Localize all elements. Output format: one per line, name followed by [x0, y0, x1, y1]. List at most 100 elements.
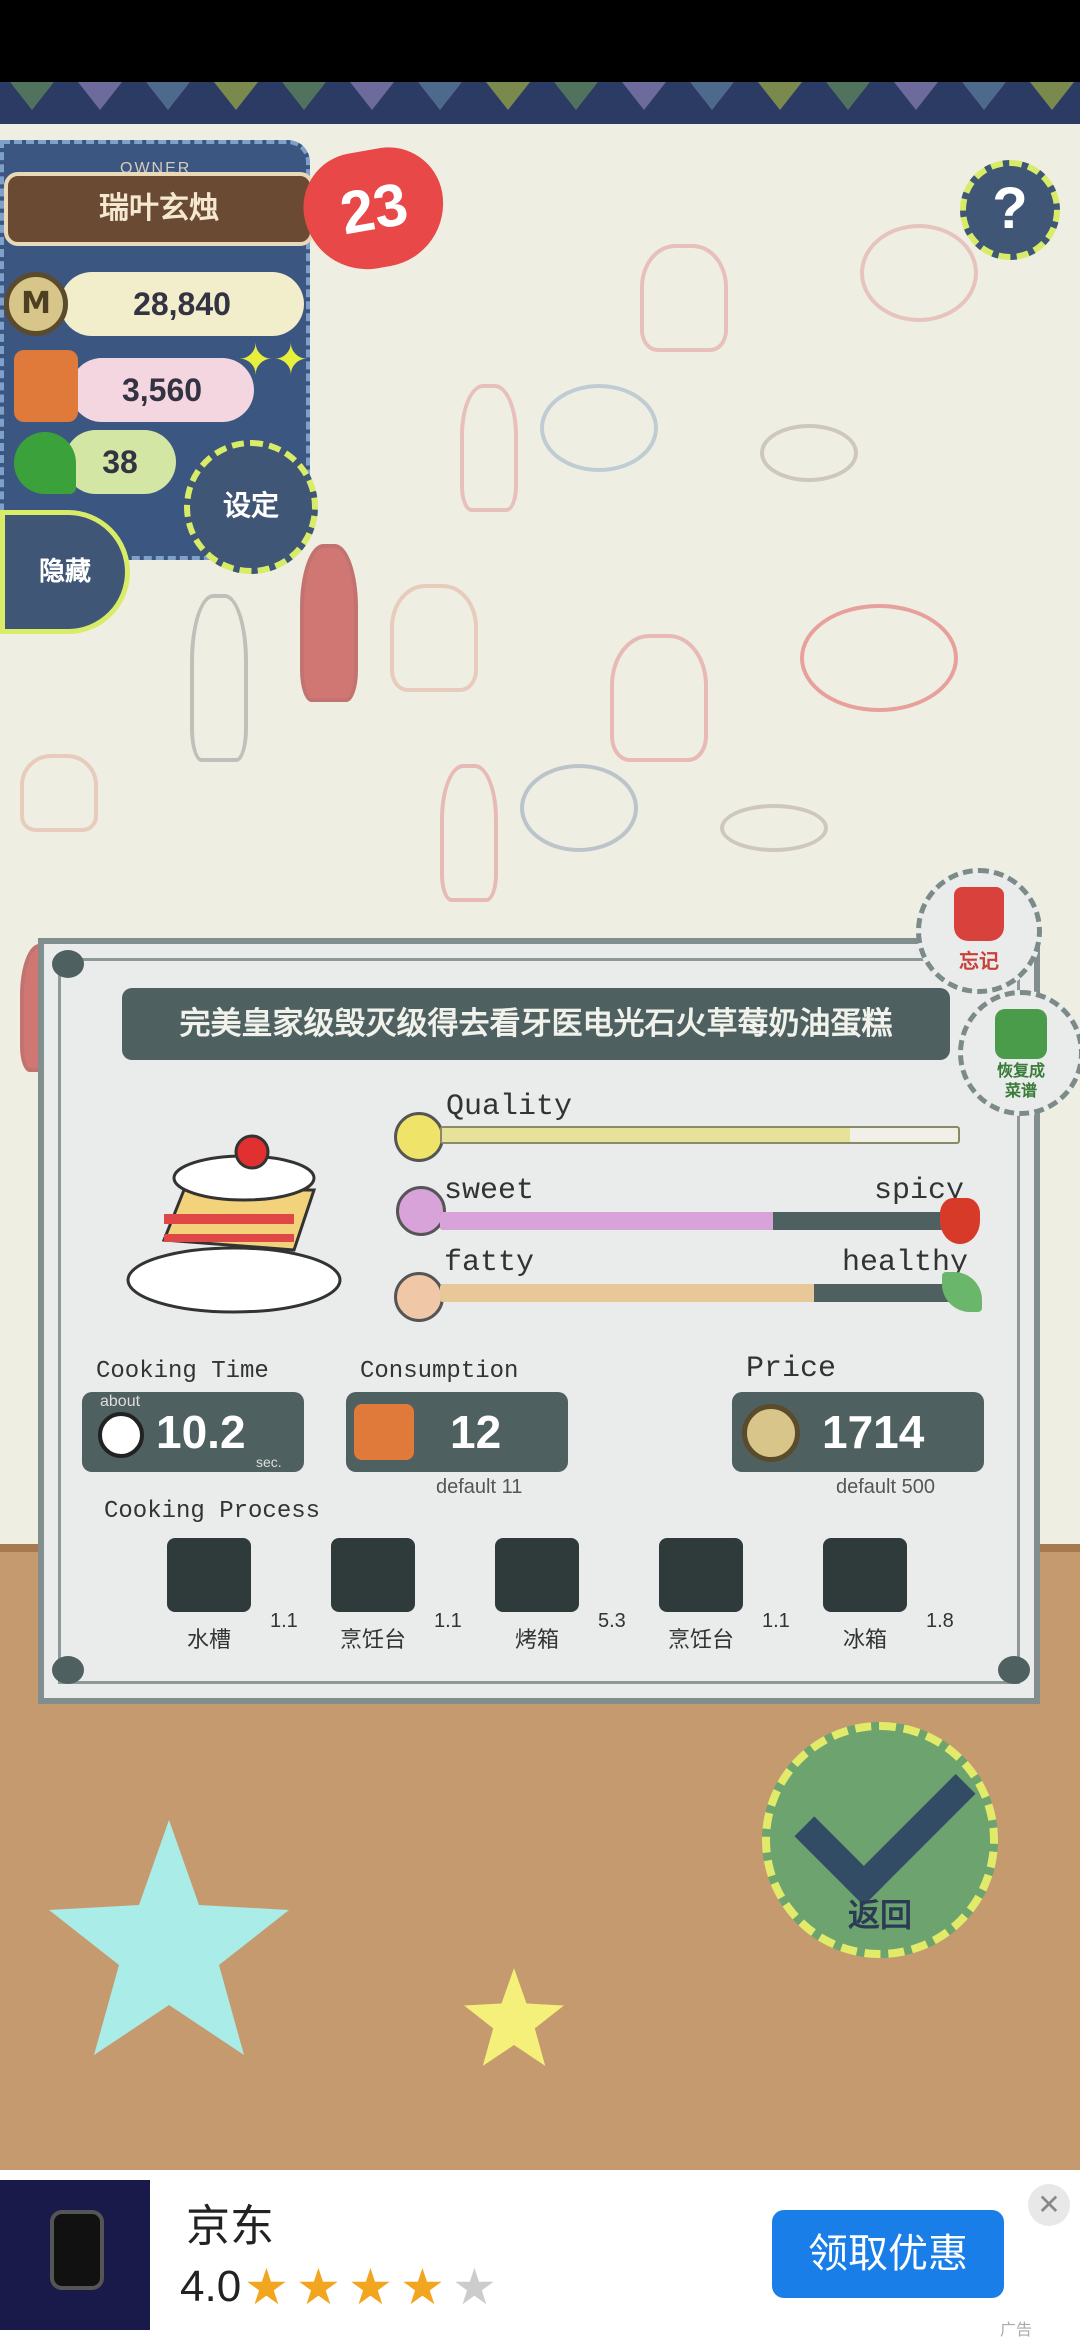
star-icon [49, 1820, 289, 2055]
help-button[interactable]: ? [960, 160, 1060, 260]
restore-label-line2: 菜谱 [1004, 1081, 1037, 1100]
cooking-step-label: 烹饪台 [667, 1628, 734, 1653]
price-label: Price [746, 1352, 837, 1386]
pennant-flag [690, 82, 734, 110]
knife-icon [659, 1538, 743, 1612]
cooking-step-time: 1.1 [434, 1610, 462, 1632]
clover-count: 38 [64, 430, 176, 494]
stopwatch-icon [98, 1412, 144, 1458]
pan-icon [540, 384, 658, 472]
pan-icon [800, 604, 958, 712]
cooking-process-label: Cooking Process [104, 1498, 321, 1525]
ad-title: 京东 [186, 2201, 274, 2252]
cooking-step: 烹饪台 [626, 1538, 776, 1654]
recipe-restore-icon [995, 1009, 1047, 1059]
food-basket-icon [14, 350, 78, 422]
consumption-default: default 11 [436, 1476, 523, 1498]
ad-tag: 广告 [1000, 2320, 1033, 2339]
coin-icon: M [4, 272, 68, 336]
quality-bar-fill [442, 1128, 850, 1142]
cooking-step-time: 1.1 [270, 1610, 298, 1632]
pennant-flag [486, 82, 530, 110]
chili-icon [940, 1198, 980, 1244]
about-label: about [100, 1393, 141, 1410]
oven-icon [495, 1538, 579, 1612]
cooking-step-label: 烤箱 [514, 1628, 559, 1653]
cooking-step-time: 5.3 [598, 1610, 626, 1632]
star-filled-icon: ★ [296, 2258, 341, 2316]
fatty-label: fatty [444, 1246, 535, 1280]
cooking-time-value: 10.2 [156, 1406, 246, 1458]
faucet-icon [167, 1538, 251, 1612]
pennant-flag [622, 82, 666, 110]
cooking-step: 烤箱 [462, 1538, 612, 1654]
whisk-icon [760, 424, 858, 482]
bottle-icon [190, 594, 248, 762]
pennant-flag [758, 82, 802, 110]
pitcher-icon [610, 634, 708, 762]
cooking-step-label: 水槽 [186, 1628, 231, 1653]
close-icon[interactable]: ✕ [1028, 2184, 1070, 2226]
sec-label: sec. [256, 1454, 282, 1470]
coin-count: 28,840 [60, 272, 304, 336]
cooking-step: 水槽 [134, 1538, 284, 1654]
settings-button[interactable]: 设定 [184, 440, 318, 574]
pennant-flag [826, 82, 870, 110]
star-empty-icon: ★ [452, 2258, 497, 2316]
cooking-step-label: 烹饪台 [339, 1628, 406, 1653]
restore-recipe-button[interactable]: 恢复成 菜谱 [958, 990, 1080, 1116]
pennant-flag [962, 82, 1006, 110]
pennant-flag [146, 82, 190, 110]
bottle-icon [460, 384, 518, 512]
bear-corner-icon [998, 1656, 1030, 1684]
restore-label-line1: 恢复成 [996, 1061, 1045, 1080]
pennant-banner [0, 82, 1080, 124]
consumption-value: 12 [450, 1406, 502, 1458]
pitcher-icon [640, 244, 728, 352]
pan-icon [860, 224, 978, 322]
pennant-flag [214, 82, 258, 110]
sweet-spicy-bar [440, 1212, 960, 1230]
owner-name: 瑞叶玄烛 [4, 172, 314, 246]
cooking-time-label: Cooking Time [96, 1358, 269, 1385]
cooking-step: 烹饪台 [298, 1538, 448, 1654]
whisk-icon [720, 804, 828, 852]
hide-button[interactable]: 隐藏 [0, 510, 130, 634]
pig-icon [394, 1272, 444, 1322]
coin-icon [742, 1404, 800, 1462]
quality-bar [440, 1126, 960, 1144]
pennant-flag [894, 82, 938, 110]
fatty-healthy-bar [440, 1284, 960, 1302]
status-bar [0, 0, 1080, 82]
recipe-title: 完美皇家级毁灭级得去看牙医电光石火草莓奶油蛋糕 [122, 988, 950, 1060]
forget-label: 忘记 [959, 949, 999, 973]
cup-icon [20, 754, 98, 832]
cooking-step-time: 1.1 [762, 1610, 790, 1632]
clover-icon [14, 432, 76, 494]
price-default: default 500 [836, 1476, 935, 1498]
cooking-step-time: 1.8 [926, 1610, 954, 1632]
knife-icon [331, 1538, 415, 1612]
ad-rating: 4.0 [180, 2262, 242, 2311]
forget-button[interactable]: 忘记 [916, 868, 1042, 994]
bottle-icon [300, 544, 358, 702]
star-icon [464, 1968, 564, 2066]
smiley-icon [394, 1112, 444, 1162]
pennant-flag [10, 82, 54, 110]
checkmark-icon [794, 1724, 976, 1906]
pan-icon [520, 764, 638, 852]
food-count: 3,560 [70, 358, 254, 422]
bear-corner-icon [52, 1656, 84, 1684]
cooking-step: 冰箱 [790, 1538, 940, 1654]
price-value: 1714 [822, 1406, 925, 1458]
pennant-flag [1030, 82, 1074, 110]
ad-cta-button[interactable]: 领取优惠 [772, 2210, 1004, 2298]
pennant-flag [78, 82, 122, 110]
smartwatch-icon [50, 2210, 104, 2290]
back-button[interactable]: 返回 [762, 1722, 998, 1958]
trash-icon [954, 887, 1004, 941]
fridge-icon [823, 1538, 907, 1612]
sparkle-icon: ✦✦ [238, 335, 309, 384]
star-filled-icon: ★ [348, 2258, 393, 2316]
fatty-bar-fill [440, 1284, 815, 1302]
